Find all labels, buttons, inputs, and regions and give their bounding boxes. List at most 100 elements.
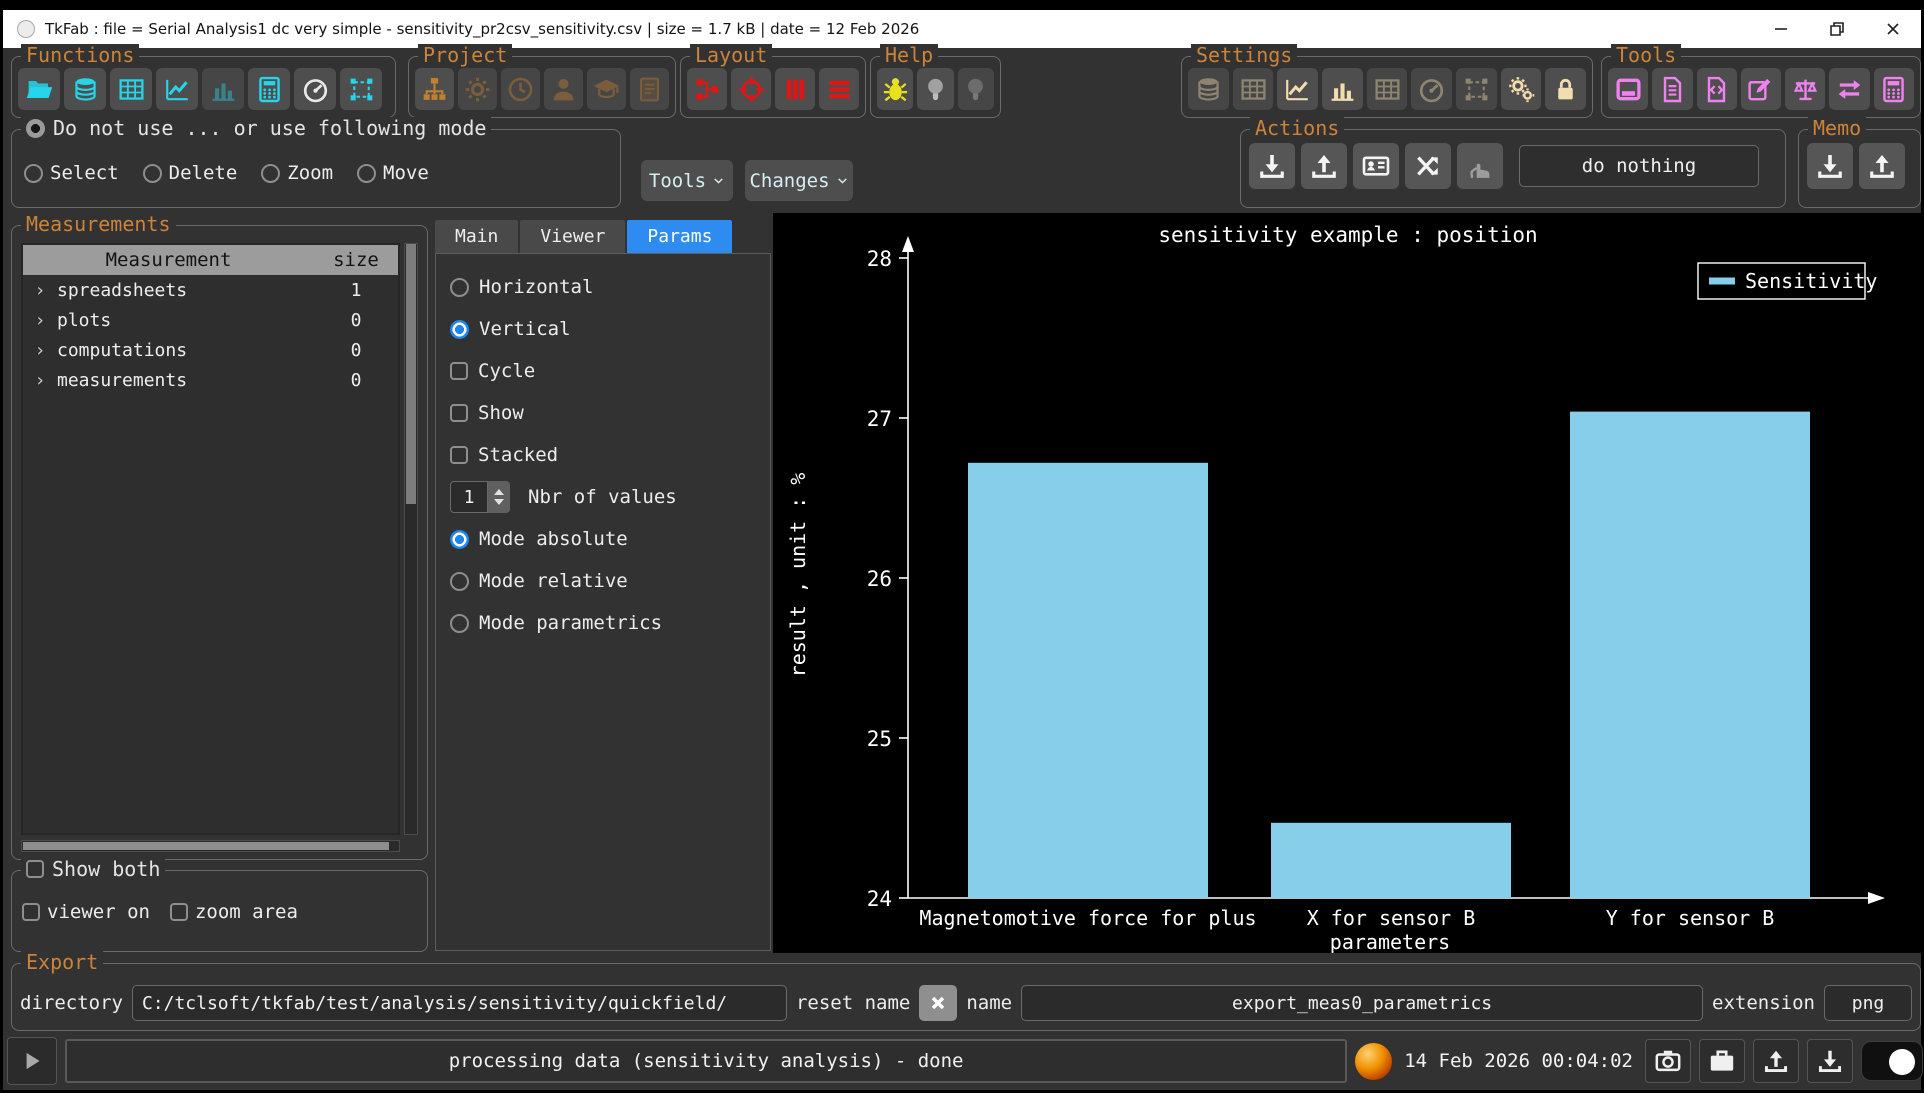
document-icon[interactable] <box>1652 68 1692 110</box>
expander-icon[interactable]: › <box>23 370 57 391</box>
column-measurement[interactable]: Measurement <box>23 249 314 271</box>
download-tray-icon[interactable] <box>1807 1039 1853 1083</box>
tools-menubutton[interactable]: Tools <box>641 160 733 201</box>
memo-save-icon[interactable] <box>1807 143 1853 189</box>
swap-arrows-icon[interactable] <box>1829 68 1869 110</box>
run-button[interactable] <box>7 1037 57 1085</box>
mode-radio-zoom[interactable]: Zoom <box>261 162 333 184</box>
edit-icon[interactable] <box>1741 68 1781 110</box>
close-button[interactable] <box>1865 10 1921 48</box>
clock-icon[interactable] <box>501 68 540 110</box>
code-file-icon[interactable] <box>1697 68 1737 110</box>
mode-radio-mode-parametrics[interactable]: Mode parametrics <box>436 602 770 644</box>
power-toggle[interactable] <box>1861 1041 1923 1081</box>
table-settings-icon[interactable] <box>1233 68 1274 110</box>
orientation-radio-horizontal[interactable]: Horizontal <box>436 266 770 308</box>
checkbox-viewer-on[interactable]: viewer on <box>22 901 150 923</box>
extension-input[interactable]: png <box>1824 985 1912 1021</box>
graduation-cap-icon[interactable] <box>587 68 626 110</box>
column-size[interactable]: size <box>314 249 398 271</box>
horizontal-scrollbar[interactable] <box>21 840 400 852</box>
briefcase-icon[interactable] <box>1699 1039 1745 1083</box>
spreadsheet-icon[interactable] <box>110 68 152 110</box>
svg-text:result , unit : %: result , unit : % <box>786 473 810 678</box>
checkbox-zoom-area[interactable]: zoom area <box>170 901 298 923</box>
bug-icon[interactable] <box>877 68 913 110</box>
crosshair-icon[interactable] <box>731 68 771 110</box>
do-not-use-radio[interactable] <box>26 119 45 138</box>
line-plot-icon[interactable] <box>156 68 198 110</box>
mode-radio-delete[interactable]: Delete <box>143 162 238 184</box>
calculator-icon[interactable] <box>248 68 290 110</box>
scales-icon[interactable] <box>1785 68 1825 110</box>
contact-card-icon[interactable] <box>1353 143 1399 189</box>
memo-load-icon[interactable] <box>1859 143 1905 189</box>
lightbulb-icon[interactable] <box>917 68 953 110</box>
restore-button[interactable] <box>1809 10 1865 48</box>
selection-icon[interactable] <box>340 68 382 110</box>
tab-viewer[interactable]: Viewer <box>520 220 625 253</box>
gears-icon[interactable] <box>1501 68 1542 110</box>
svg-text:Y for sensor B: Y for sensor B <box>1606 906 1775 930</box>
notebook-icon[interactable] <box>630 68 669 110</box>
grid-settings-icon[interactable] <box>1367 68 1408 110</box>
minimize-button[interactable] <box>1753 10 1809 48</box>
flow-tree-icon[interactable] <box>687 68 727 110</box>
mode-radio-mode-absolute[interactable]: Mode absolute <box>436 518 770 560</box>
lock-icon[interactable] <box>1545 68 1586 110</box>
bar-plot-icon[interactable] <box>202 68 244 110</box>
show-both-frame: Show both viewer onzoom area <box>11 870 428 952</box>
save-action-icon[interactable] <box>1249 143 1295 189</box>
tree-row-spreadsheets[interactable]: ›spreadsheets1 <box>23 275 398 305</box>
user-icon[interactable] <box>544 68 583 110</box>
checkbox-cycle[interactable]: Cycle <box>436 350 770 392</box>
tab-main[interactable]: Main <box>435 220 518 253</box>
app-surface: FunctionsProjectLayoutHelpSettingsTools … <box>3 48 1921 1090</box>
nbr-of-values-spinbox[interactable]: 1Nbr of values <box>436 476 770 518</box>
shuffle-icon[interactable] <box>1405 143 1451 189</box>
changes-menubutton[interactable]: Changes <box>745 160 853 201</box>
show-both-checkbox[interactable] <box>26 860 44 878</box>
spinner-arrows[interactable] <box>488 481 510 513</box>
svg-text:parameters: parameters <box>1330 930 1450 953</box>
gauge-icon[interactable] <box>294 68 336 110</box>
tree-header[interactable]: Measurement size <box>23 245 398 275</box>
mode-radio-mode-relative[interactable]: Mode relative <box>436 560 770 602</box>
sensitivity-chart[interactable]: sensitivity example : position2425262728… <box>773 213 1921 953</box>
checkbox-stacked[interactable]: Stacked <box>436 434 770 476</box>
mode-radio-move[interactable]: Move <box>357 162 429 184</box>
expander-icon[interactable]: › <box>23 340 57 361</box>
tree-row-computations[interactable]: ›computations0 <box>23 335 398 365</box>
lightbulb-icon-2[interactable] <box>958 68 994 110</box>
org-tree-icon[interactable] <box>415 68 454 110</box>
camera-icon[interactable] <box>1645 1039 1691 1083</box>
checkbox-show[interactable]: Show <box>436 392 770 434</box>
tree-row-measurements[interactable]: ›measurements0 <box>23 365 398 395</box>
hand-icon[interactable] <box>1457 143 1503 189</box>
line-plot-settings-icon[interactable] <box>1277 68 1318 110</box>
horizontal-panes-icon[interactable] <box>819 68 859 110</box>
bar-plot-settings-icon[interactable] <box>1322 68 1363 110</box>
directory-input[interactable]: C:/tclsoft/tkfab/test/analysis/sensitivi… <box>132 985 787 1021</box>
window-icon[interactable] <box>1608 68 1648 110</box>
orientation-radio-vertical[interactable]: Vertical <box>436 308 770 350</box>
database-settings-icon[interactable] <box>1188 68 1229 110</box>
vertical-scrollbar[interactable] <box>404 243 418 835</box>
load-action-icon[interactable] <box>1301 143 1347 189</box>
do-nothing-button[interactable]: do nothing <box>1519 145 1759 187</box>
expander-icon[interactable]: › <box>23 310 57 331</box>
open-folder-icon[interactable] <box>18 68 60 110</box>
upload-tray-icon[interactable] <box>1753 1039 1799 1083</box>
tab-params[interactable]: Params <box>627 220 732 253</box>
gear-icon[interactable] <box>458 68 497 110</box>
calculator-tools-icon[interactable] <box>1874 68 1914 110</box>
name-input[interactable]: export_meas0_parametrics <box>1021 985 1703 1021</box>
database-icon[interactable] <box>64 68 106 110</box>
tree-row-plots[interactable]: ›plots0 <box>23 305 398 335</box>
selection-settings-icon[interactable] <box>1456 68 1497 110</box>
mode-radio-select[interactable]: Select <box>24 162 119 184</box>
expander-icon[interactable]: › <box>23 280 57 301</box>
gauge-settings-icon[interactable] <box>1411 68 1452 110</box>
vertical-panes-icon[interactable] <box>775 68 815 110</box>
reset-name-button[interactable] <box>919 985 957 1021</box>
